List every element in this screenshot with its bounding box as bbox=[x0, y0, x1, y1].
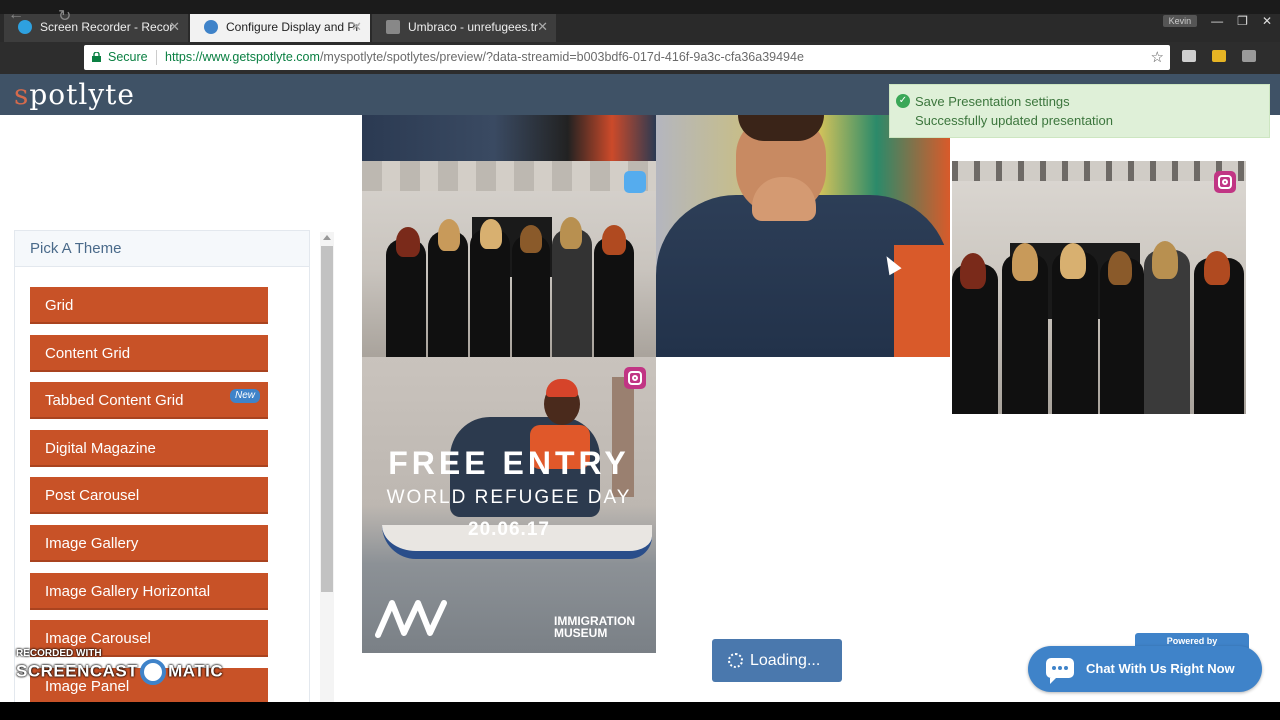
toast-message: Successfully updated presentation bbox=[915, 113, 1114, 128]
url-text[interactable]: https://www.getspotlyte.com/myspotlyte/s… bbox=[165, 45, 804, 70]
url-host: https://www.getspotlyte.com bbox=[165, 50, 320, 64]
toast-title: Save Presentation settings bbox=[915, 94, 1070, 109]
theme-picker-heading: Pick A Theme bbox=[15, 231, 309, 267]
post-tile-poster[interactable]: FREE ENTRY WORLD REFUGEE DAY 20.06.17 IM… bbox=[362, 357, 656, 653]
post-tile-photo[interactable] bbox=[656, 115, 950, 357]
poster-headline: FREE ENTRY bbox=[388, 445, 630, 481]
post-tile-twitter[interactable] bbox=[362, 161, 656, 357]
extension-icon[interactable] bbox=[1182, 50, 1196, 62]
theme-grid-button[interactable]: Grid bbox=[30, 287, 268, 324]
spotlyte-favicon-icon bbox=[204, 20, 218, 34]
sidebar-scrollbar[interactable] bbox=[320, 232, 334, 702]
theme-tabbed-content-grid-button[interactable]: Tabbed Content Grid New bbox=[30, 382, 268, 419]
chat-label: Chat With Us Right Now bbox=[1086, 661, 1235, 676]
spinner-icon bbox=[728, 653, 743, 668]
tab-configure-display[interactable]: Configure Display and Pr ✕ bbox=[190, 14, 370, 42]
new-badge: New bbox=[229, 389, 260, 403]
museum-line2: MUSEUM bbox=[554, 626, 608, 640]
secure-label: Secure bbox=[108, 50, 148, 64]
screen-bottom-bar bbox=[0, 702, 1280, 720]
reload-icon[interactable]: ↻ bbox=[58, 6, 71, 26]
check-circle-icon: ✓ bbox=[896, 94, 910, 108]
scroll-up-icon[interactable] bbox=[323, 235, 331, 240]
watermark-line1: RECORDED WITH bbox=[16, 648, 102, 659]
lock-icon bbox=[92, 52, 101, 62]
theme-post-carousel-button[interactable]: Post Carousel bbox=[30, 477, 268, 514]
chat-bubble-icon bbox=[1046, 658, 1074, 684]
theme-image-gallery-button[interactable]: Image Gallery bbox=[30, 525, 268, 562]
museum-name: IMMIGRATION MUSEUM bbox=[554, 615, 635, 639]
close-tab-icon[interactable]: ✕ bbox=[537, 14, 548, 40]
profile-badge[interactable]: Kevin bbox=[1162, 15, 1198, 27]
extension-icon[interactable] bbox=[1212, 50, 1226, 62]
poster-date: 20.06.17 bbox=[468, 519, 550, 540]
close-tab-icon[interactable]: ✕ bbox=[351, 14, 362, 40]
close-window-icon[interactable]: ✕ bbox=[1262, 14, 1272, 28]
post-tile-partial[interactable] bbox=[362, 115, 656, 161]
window-controls: Kevin — ❐ ✕ bbox=[1162, 14, 1272, 28]
tab-umbraco[interactable]: Umbraco - unrefugees.tr ✕ bbox=[372, 14, 556, 42]
star-icon[interactable]: ☆ bbox=[1151, 45, 1164, 70]
tab-screen-recorder[interactable]: Screen Recorder - Recor ✕ bbox=[4, 14, 188, 42]
chat-button[interactable]: Chat With Us Right Now bbox=[1028, 646, 1262, 692]
close-tab-icon[interactable]: ✕ bbox=[169, 14, 180, 40]
post-tile-instagram[interactable] bbox=[952, 161, 1246, 414]
watermark-brand-left: SCREENCAST bbox=[16, 661, 139, 681]
screencast-watermark: RECORDED WITH SCREENCAST MATIC bbox=[16, 648, 223, 685]
screencast-logo-icon bbox=[140, 659, 167, 685]
instagram-icon[interactable] bbox=[624, 367, 646, 389]
divider bbox=[156, 50, 157, 65]
theme-digital-magazine-button[interactable]: Digital Magazine bbox=[30, 430, 268, 467]
minimize-icon[interactable]: — bbox=[1211, 14, 1223, 28]
group-photo bbox=[952, 161, 1246, 414]
page-favicon-icon bbox=[386, 20, 400, 34]
logo-letter: s bbox=[14, 78, 30, 111]
theme-image-gallery-horizontal-button[interactable]: Image Gallery Horizontal bbox=[30, 573, 268, 610]
photo bbox=[362, 115, 656, 161]
logo-text: potlyte bbox=[29, 78, 136, 111]
poster-subheadline: WORLD REFUGEE DAY bbox=[386, 487, 632, 508]
loading-label: Loading... bbox=[750, 652, 821, 669]
spotlyte-logo[interactable]: spotlyte bbox=[14, 78, 135, 111]
address-bar[interactable]: Secure https://www.getspotlyte.com/myspo… bbox=[84, 45, 1170, 70]
museum-logo-icon bbox=[375, 600, 447, 638]
theme-content-grid-button[interactable]: Content Grid bbox=[30, 335, 268, 372]
maximize-icon[interactable]: ❐ bbox=[1237, 14, 1248, 28]
instagram-icon[interactable] bbox=[1214, 171, 1236, 193]
extension-icon[interactable] bbox=[1242, 50, 1256, 62]
back-icon[interactable]: ← bbox=[8, 6, 24, 24]
twitter-icon[interactable] bbox=[624, 171, 646, 193]
boy-photo bbox=[656, 115, 950, 357]
tab-title: Configure Display and Pr bbox=[226, 20, 360, 34]
theme-label: Tabbed Content Grid bbox=[45, 392, 184, 409]
group-photo bbox=[362, 161, 656, 357]
tab-title: Umbraco - unrefugees.tr bbox=[408, 20, 539, 34]
loading-indicator: Loading... bbox=[712, 639, 842, 682]
success-toast[interactable]: ✓ Save Presentation settings Successfull… bbox=[889, 84, 1270, 138]
watermark-brand: SCREENCAST MATIC bbox=[16, 659, 223, 685]
scrollbar-thumb[interactable] bbox=[321, 246, 333, 592]
watermark-brand-right: MATIC bbox=[168, 661, 224, 681]
url-path: /myspotlyte/spotlytes/preview/?data-stre… bbox=[319, 50, 804, 64]
theme-picker-panel: Pick A Theme Grid Content Grid Tabbed Co… bbox=[14, 230, 310, 720]
